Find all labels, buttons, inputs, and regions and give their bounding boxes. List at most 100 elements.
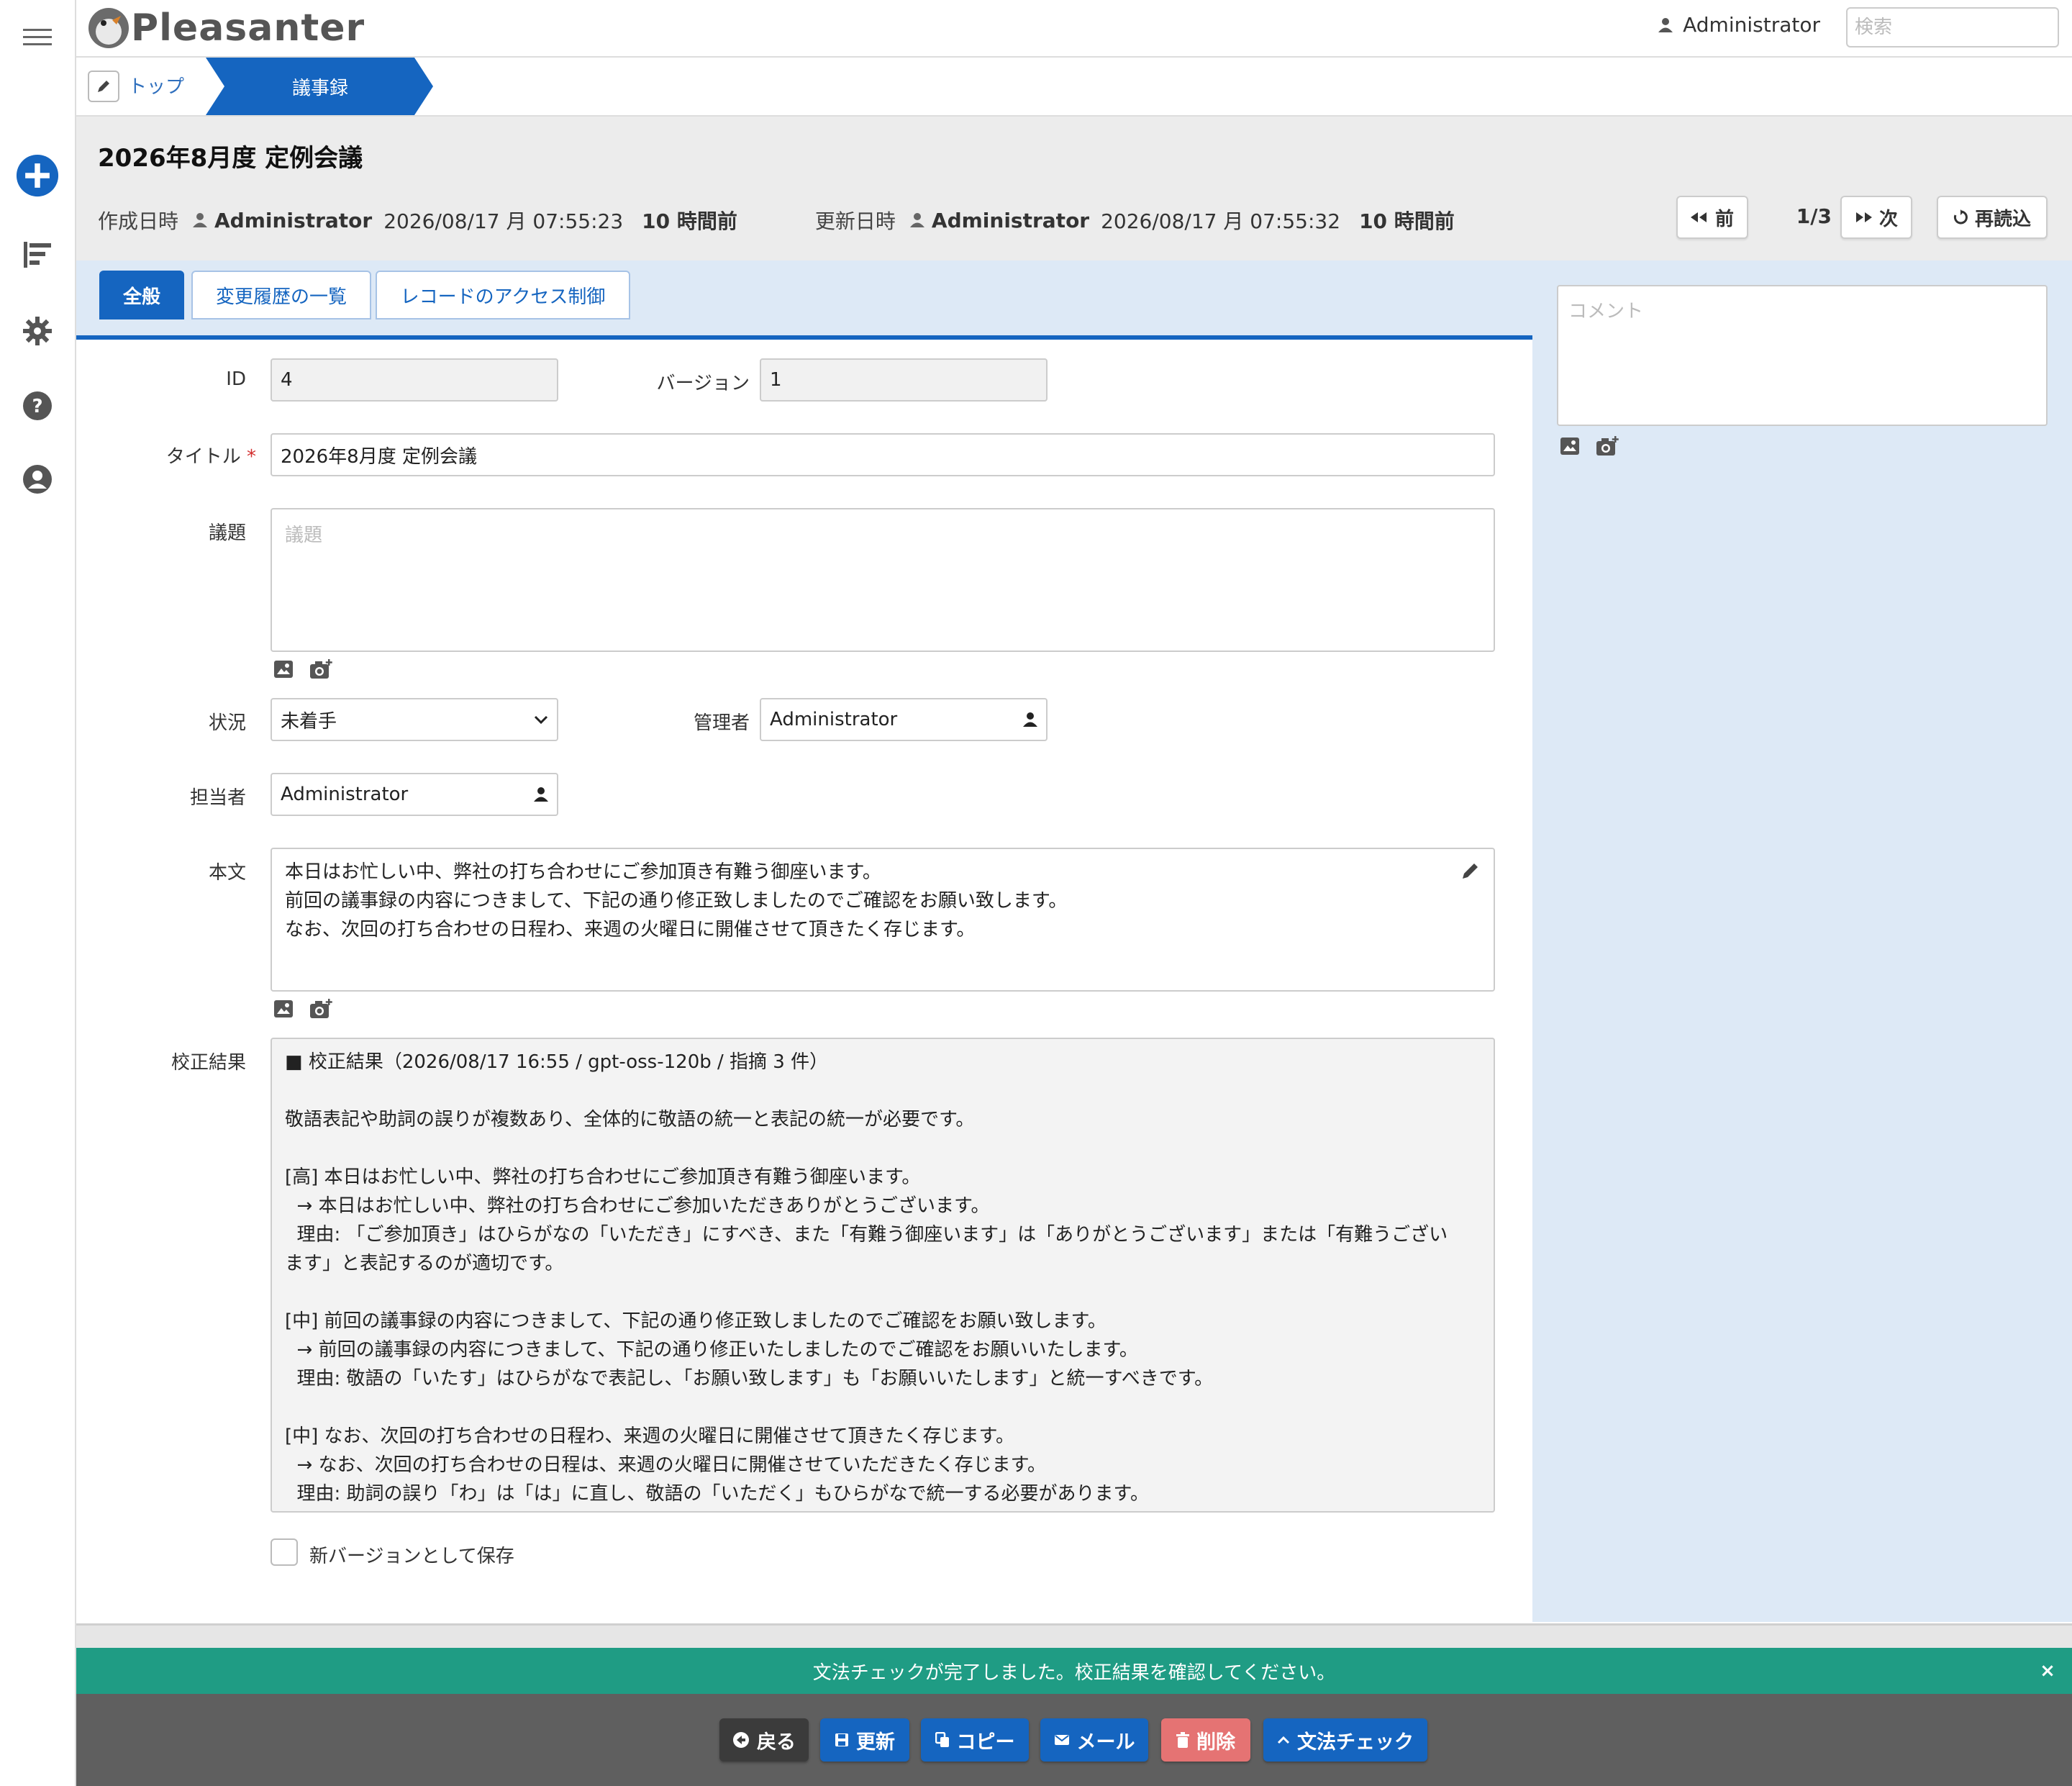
proof-line: 理由: 敬語の「いたす」はひらがなで表記し、「お願い致します」も「お願いいたしま… [285,1368,1214,1390]
owner-label: 担当者 [189,787,246,809]
created-at: 2026/08/17 月 07:55:23 [383,209,624,233]
user-account-icon[interactable] [16,458,59,501]
delete-label: 削除 [1196,1731,1235,1754]
created-ago: 10 時間前 [642,209,737,233]
comment-panel [1532,260,2072,1622]
title-label-text: タイトル [165,446,241,468]
back-button[interactable]: 戻る [719,1718,809,1762]
user-picker-icon[interactable] [534,787,548,802]
camera-icon[interactable] [309,999,332,1019]
updated-ago: 10 時間前 [1359,209,1455,233]
status-select[interactable]: 未着手 [271,698,558,741]
add-record-icon[interactable] [16,154,59,197]
delete-button[interactable]: 削除 [1161,1718,1250,1762]
update-label: 更新 [856,1731,895,1754]
proof-result-box: ■ 校正結果（2026/08/17 16:55 / gpt-oss-120b /… [271,1038,1495,1513]
updated-at: 2026/08/17 月 07:55:32 [1101,209,1341,233]
grammar-check-label: 文法チェック [1297,1731,1414,1754]
proof-line: → なお、次回の打ち合わせの日程は、来週の火曜日に開催させていただきたく存じます… [285,1454,1046,1476]
help-icon[interactable]: ? [16,384,59,427]
svg-text:?: ? [32,396,42,417]
sort-list-icon[interactable] [16,233,59,276]
close-icon[interactable]: × [2036,1659,2059,1682]
search-input[interactable] [1846,7,2059,47]
mail-button[interactable]: メール [1040,1718,1148,1762]
body-attach-icons [273,999,332,1019]
title-input[interactable]: 2026年8月度 定例会議 [271,433,1495,476]
body-textarea[interactable]: 本日はお忙しい中、弊社の打ち合わせにご参加頂き有難う御座います。 前回の議事録の… [271,848,1495,992]
reload-icon [1953,209,1968,225]
record-form: 全般 変更履歴の一覧 レコードのアクセス制御 ID 4 バージョン 1 タイトル… [76,260,1532,1622]
tab-bar: 全般 変更履歴の一覧 レコードのアクセス制御 [76,260,1532,340]
action-bar: 戻る 更新 コピー メール 削除 文法チェック [76,1694,2072,1786]
proof-line: ます」と表記するのが適切です。 [285,1253,564,1274]
notification-message: 文法チェックが完了しました。校正結果を確認してください。 [812,1662,1336,1684]
user-picker-icon[interactable] [1023,712,1037,727]
proof-line: [高] 本日はお忙しい中、弊社の打ち合わせにご参加頂き有難う御座います。 [285,1166,921,1188]
status-label: 状況 [208,712,246,734]
record-header: 2026年8月度 定例会議 作成日時 Administrator 2026/08… [76,117,2072,260]
tab-general[interactable]: 全般 [99,271,184,319]
breadcrumb-top-link[interactable]: トップ [128,72,184,99]
owner-field[interactable]: Administrator [271,773,558,816]
reload-label: 再読込 [1974,208,2031,230]
body-line: なお、次回の打ち合わせの日程わ、来週の火曜日に開催させて頂きたく存じます。 [285,919,976,940]
body-line: 前回の議事録の内容につきまして、下記の通り修正致しましたのでご確認をお願い致しま… [285,890,1068,912]
logo-bird-icon [88,8,129,48]
back-label: 戻る [757,1731,796,1754]
edit-pencil-icon[interactable] [1460,861,1481,881]
grammar-check-button[interactable]: 文法チェック [1263,1718,1427,1762]
new-version-label[interactable]: 新バージョンとして保存 [309,1541,514,1568]
version-field: 1 [760,358,1048,402]
copy-button[interactable]: コピー [921,1718,1029,1762]
hamburger-menu-icon[interactable] [16,16,59,59]
image-icon[interactable] [1560,437,1580,455]
previous-label: 前 [1714,208,1734,230]
status-value: 未着手 [281,710,337,733]
next-arrow-icon [1855,212,1872,222]
updated-by: Administrator [931,208,1090,232]
back-arrow-icon [733,1732,749,1748]
next-label: 次 [1878,208,1898,230]
update-button[interactable]: 更新 [820,1718,909,1762]
trash-icon [1176,1732,1189,1748]
breadcrumb-current[interactable]: 議事録 [206,58,433,115]
next-record-button[interactable]: 次 [1840,196,1912,239]
copy-label: コピー [956,1731,1015,1754]
app-logo[interactable]: Pleasanter [86,3,365,53]
comment-textarea[interactable] [1557,285,2048,426]
proof-line [285,1076,1481,1105]
manager-value: Administrator [770,709,898,730]
image-icon[interactable] [273,660,294,679]
agenda-textarea[interactable]: 議題 [271,508,1495,652]
camera-icon[interactable] [309,659,332,679]
mail-icon [1054,1735,1069,1745]
tab-change-history[interactable]: 変更履歴の一覧 [191,271,371,319]
version-label: バージョン [656,373,750,394]
new-version-checkbox[interactable] [271,1538,298,1566]
footer-divider [76,1623,2072,1650]
breadcrumb-current-label: 議事録 [291,77,348,99]
reload-button[interactable]: 再読込 [1937,196,2048,239]
proof-line: 理由: 「ご参加頂き」はひらがなの「いただき」にすべき、また「有難う御座います」… [285,1224,1448,1246]
mail-label: メール [1076,1731,1135,1754]
agenda-label: 議題 [208,522,246,544]
proof-line: 理由: 助詞の誤り「わ」は「は」に直し、敬語の「いただく」もひらがなで統一する必… [285,1483,1149,1505]
body-line: 本日はお忙しい中、弊社の打ち合わせにご参加頂き有難う御座います。 [285,861,881,883]
chevron-down-icon [534,715,548,725]
user-name: Administrator [1683,13,1820,37]
previous-record-button[interactable]: 前 [1676,196,1748,239]
camera-icon[interactable] [1596,436,1619,456]
breadcrumb-edit-icon[interactable] [88,71,119,102]
user-menu[interactable]: Administrator [1658,13,1820,37]
copy-icon [935,1732,949,1747]
manager-label: 管理者 [693,712,750,734]
left-nav: ? [0,0,76,1786]
manager-field[interactable]: Administrator [760,698,1048,741]
gear-icon[interactable] [16,309,59,353]
body-label: 本文 [208,862,246,884]
image-icon[interactable] [273,999,294,1018]
tab-access-control[interactable]: レコードのアクセス制御 [376,271,630,319]
owner-value: Administrator [281,784,409,805]
record-meta: 作成日時 Administrator 2026/08/17 月 07:55:23… [98,206,1455,235]
